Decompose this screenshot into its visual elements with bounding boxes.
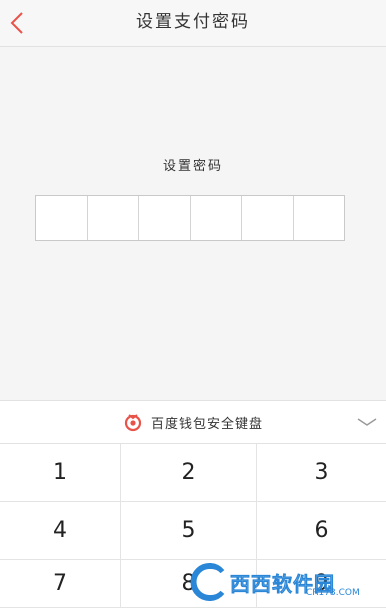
pin-cell-6[interactable] <box>292 196 345 240</box>
watermark-logo-icon <box>190 563 225 601</box>
pin-cell-5[interactable] <box>241 196 293 240</box>
password-prompt-label: 设置密码 <box>162 159 223 174</box>
key-7[interactable]: 7 <box>0 560 121 608</box>
pin-cell-1[interactable] <box>36 196 87 240</box>
collapse-keyboard-button[interactable] <box>356 413 378 431</box>
pin-cell-2[interactable] <box>86 196 139 240</box>
key-1[interactable]: 1 <box>0 444 121 502</box>
key-3[interactable]: 3 <box>257 444 386 502</box>
chevron-down-icon <box>357 418 377 426</box>
password-setup-area: 设置密码 <box>0 47 386 400</box>
nav-bar: 设置支付密码 <box>0 0 386 47</box>
key-2[interactable]: 2 <box>121 444 257 502</box>
page-title: 设置支付密码 <box>136 12 250 32</box>
pin-input[interactable] <box>35 195 345 241</box>
key-5[interactable]: 5 <box>121 502 257 560</box>
pin-cell-3[interactable] <box>138 196 190 240</box>
watermark: 西西软件园 CR173.COM <box>186 558 382 606</box>
keyboard-brand: 百度钱包安全键盘 <box>0 401 386 443</box>
keyboard-title: 百度钱包安全键盘 <box>150 416 263 432</box>
watermark-subtext: CR173.COM <box>306 588 360 598</box>
baidu-wallet-logo-icon <box>124 414 142 432</box>
key-4[interactable]: 4 <box>0 502 121 560</box>
key-6[interactable]: 6 <box>257 502 386 560</box>
keyboard-header: 百度钱包安全键盘 <box>0 400 386 444</box>
pin-cell-4[interactable] <box>189 196 242 240</box>
